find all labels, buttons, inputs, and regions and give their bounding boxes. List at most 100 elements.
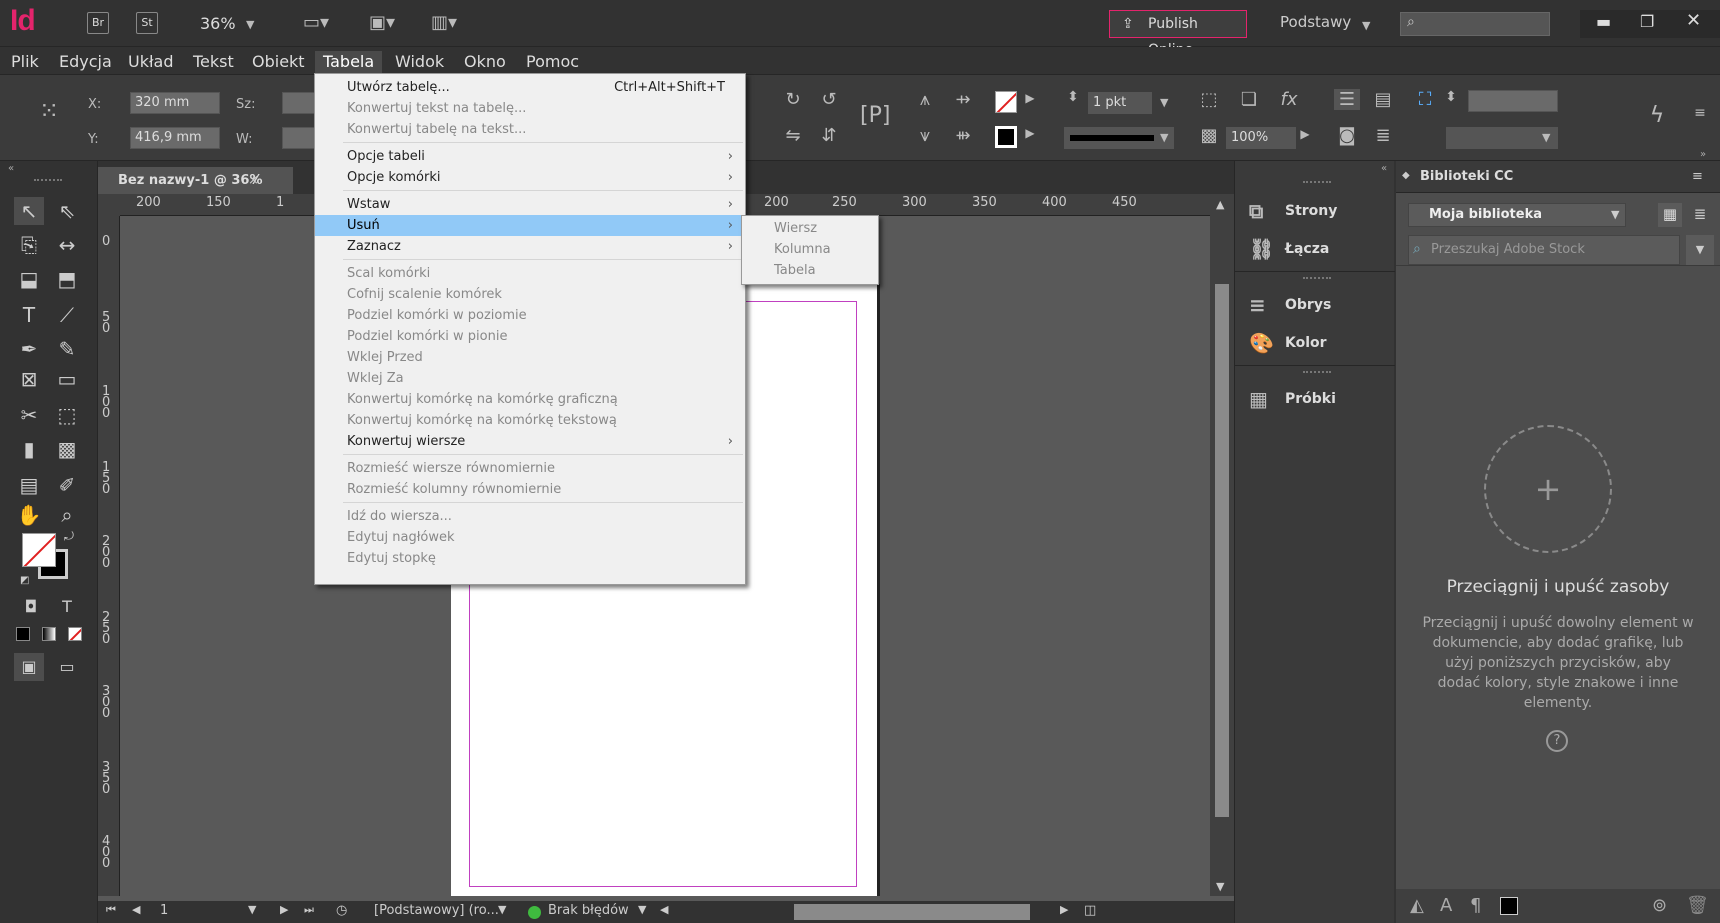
- menu-obiekt[interactable]: Obiekt: [244, 51, 313, 75]
- quick-apply-icon[interactable]: ϟ: [1644, 103, 1670, 128]
- direction-p-icon[interactable]: [P]: [860, 103, 890, 128]
- help-icon[interactable]: ?: [1546, 730, 1568, 752]
- pen-tool-icon[interactable]: ✒: [14, 335, 44, 363]
- grip-icon[interactable]: [1303, 277, 1331, 279]
- fill-arrow-icon[interactable]: ▶: [1022, 91, 1038, 105]
- stroke-weight-dropdown-icon[interactable]: ▼: [1160, 96, 1168, 109]
- preflight-dropdown-icon[interactable]: ▼: [638, 903, 646, 916]
- menu-item-zaznacz[interactable]: Zaznacz ›: [315, 236, 745, 257]
- default-colors-icon[interactable]: ◩: [20, 575, 29, 586]
- frame-fill-icon[interactable]: ≣: [1370, 125, 1396, 146]
- width-field[interactable]: [282, 92, 316, 114]
- column-field[interactable]: [1468, 90, 1558, 112]
- menu-okno[interactable]: Okno: [456, 51, 514, 75]
- apply-color-icon[interactable]: [16, 627, 30, 641]
- control-panel-menu-icon[interactable]: ≡: [1690, 105, 1710, 121]
- menu-pomoc[interactable]: Pomoc: [518, 51, 587, 75]
- drop-shadow-icon[interactable]: ❏: [1236, 89, 1262, 110]
- page-dropdown-icon[interactable]: ▼: [248, 903, 256, 916]
- stroke-arrow-icon[interactable]: ▶: [1022, 126, 1038, 140]
- grip-icon[interactable]: [1303, 371, 1331, 373]
- eyedropper-tool-icon[interactable]: ✐: [52, 471, 82, 499]
- content-collector-icon[interactable]: ⬓: [14, 265, 44, 293]
- content-placer-icon[interactable]: ⬒: [52, 265, 82, 293]
- list-view-icon[interactable]: ≣: [1688, 203, 1712, 227]
- menu-item-cofnij-scalenie[interactable]: Cofnij scalenie komórek: [315, 284, 745, 305]
- direct-selection-tool-icon[interactable]: ⇖: [52, 197, 82, 225]
- zoom-tool-icon[interactable]: ⌕: [52, 501, 82, 529]
- stock-search-input[interactable]: ⌕ Przeszukaj Adobe Stock: [1408, 235, 1680, 265]
- menu-item-opcje-komorki[interactable]: Opcje komórki ›: [315, 167, 745, 188]
- opacity-arrow-icon[interactable]: ▶: [1298, 127, 1312, 141]
- swap-colors-icon[interactable]: ⤾: [64, 529, 74, 544]
- opacity-field[interactable]: 100%: [1226, 127, 1296, 149]
- menu-plik[interactable]: Plik: [3, 51, 47, 75]
- note-tool-icon[interactable]: ▤: [14, 471, 44, 499]
- formatting-container-icon[interactable]: ◘: [16, 593, 46, 621]
- view-options-icon[interactable]: ▭▾: [296, 12, 336, 33]
- menu-widok[interactable]: Widok: [387, 51, 452, 75]
- menu-item-idz-do-wiersza[interactable]: Idź do wiersza...: [315, 506, 745, 527]
- menu-item-komorka-graficzna[interactable]: Konwertuj komórkę na komórkę graficzną: [315, 389, 745, 410]
- stroke-weight-field[interactable]: 1 pkt: [1088, 92, 1152, 114]
- pencil-tool-icon[interactable]: ✎: [52, 335, 82, 363]
- arrange-documents-icon[interactable]: ▥▾: [424, 12, 464, 33]
- panel-obrys[interactable]: ≡ Obrys: [1235, 287, 1395, 323]
- line-tool-icon[interactable]: ⟋: [52, 301, 82, 329]
- flip-vertical-icon[interactable]: ⇵: [816, 125, 842, 146]
- menu-edycja[interactable]: Edycja: [51, 51, 120, 75]
- menu-item-wklej-za[interactable]: Wklej Za: [315, 368, 745, 389]
- library-select[interactable]: Moja biblioteka ▼: [1408, 203, 1626, 227]
- expand-panels-icon[interactable]: «: [1381, 163, 1387, 174]
- collapse-tools-icon[interactable]: «: [8, 163, 14, 174]
- apply-none-icon[interactable]: [68, 627, 82, 641]
- panel-menu-icon[interactable]: ≡: [1692, 169, 1703, 184]
- text-wrap-icon[interactable]: ⬚: [1196, 89, 1222, 110]
- fill-color-box[interactable]: [22, 533, 56, 567]
- add-paragraph-style-icon[interactable]: ¶: [1470, 895, 1481, 916]
- rotate-cw-icon[interactable]: ↻: [780, 89, 806, 110]
- workspace-switcher[interactable]: Podstawy: [1280, 13, 1351, 31]
- gap-tool-icon[interactable]: ↔: [52, 231, 82, 259]
- drop-zone-plus-icon[interactable]: +: [1484, 425, 1612, 553]
- grip-icon[interactable]: [34, 179, 62, 181]
- zoom-dropdown-icon[interactable]: ▼: [246, 18, 254, 31]
- stroke-swatch[interactable]: [995, 126, 1017, 148]
- menu-tekst[interactable]: Tekst: [185, 51, 242, 75]
- menu-item-konwertuj-tabele[interactable]: Konwertuj tabelę na tekst...: [315, 119, 745, 140]
- menu-item-podziel-pionie[interactable]: Podziel komórki w pionie: [315, 326, 745, 347]
- horizontal-scroll-thumb[interactable]: [794, 904, 1030, 920]
- apply-gradient-icon[interactable]: [42, 627, 56, 641]
- submenu-item-wiersz[interactable]: Wiersz: [742, 218, 878, 239]
- panel-strony[interactable]: ⧉ Strony: [1235, 193, 1395, 229]
- select-content-icon[interactable]: ⩛: [912, 125, 938, 146]
- add-color-icon[interactable]: [1500, 897, 1518, 915]
- add-character-style-icon[interactable]: A: [1440, 895, 1452, 916]
- frame-fit-icon[interactable]: ◙: [1334, 125, 1360, 146]
- select-next-icon[interactable]: ⇻: [948, 125, 978, 146]
- menu-item-konwertuj-tekst[interactable]: Konwertuj tekst na tabelę...: [315, 98, 745, 119]
- grid-view-icon[interactable]: ▦: [1658, 203, 1682, 227]
- x-position-field[interactable]: 320 mm: [130, 92, 220, 114]
- type-tool-icon[interactable]: T: [14, 301, 44, 329]
- select-container-icon[interactable]: ⩚: [912, 89, 938, 110]
- hand-tool-icon[interactable]: ✋: [14, 501, 44, 529]
- close-window-icon[interactable]: ✕: [1686, 10, 1701, 31]
- flip-horizontal-icon[interactable]: ⇋: [780, 125, 806, 146]
- formatting-text-icon[interactable]: T: [52, 593, 82, 621]
- menu-item-wklej-przed[interactable]: Wklej Przed: [315, 347, 745, 368]
- restore-icon[interactable]: ❐: [1640, 12, 1654, 31]
- page-number[interactable]: 1: [160, 903, 168, 918]
- profile-dropdown-icon[interactable]: ▼: [498, 903, 506, 916]
- scroll-left-icon[interactable]: ◀: [660, 903, 668, 916]
- menu-item-rozmiesc-wiersze[interactable]: Rozmieść wiersze równomiernie: [315, 458, 745, 479]
- previous-page-icon[interactable]: ◀: [132, 903, 140, 916]
- selection-tool-icon[interactable]: ↖: [14, 197, 44, 225]
- y-position-field[interactable]: 416,9 mm: [130, 127, 220, 149]
- normal-view-icon[interactable]: ▣: [14, 653, 44, 681]
- menu-uklad[interactable]: Układ: [120, 51, 181, 75]
- expand-panel-icon[interactable]: »: [1700, 149, 1706, 160]
- collapse-arrows-icon[interactable]: ◆: [1402, 170, 1410, 181]
- menu-item-konwertuj-wiersze[interactable]: Konwertuj wiersze ›: [315, 431, 745, 452]
- minimize-icon[interactable]: ▬: [1596, 12, 1611, 31]
